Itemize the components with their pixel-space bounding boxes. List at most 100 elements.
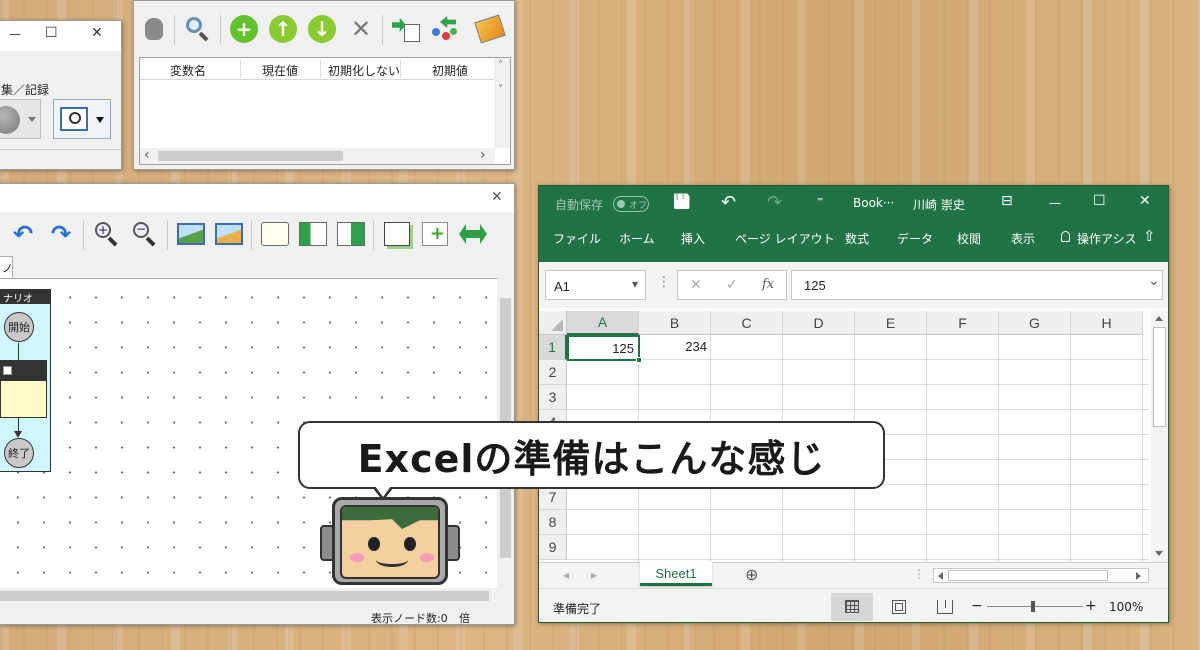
row-header-8[interactable]: 8: [539, 510, 567, 535]
column-header-d[interactable]: D: [783, 311, 855, 335]
row-header-2[interactable]: 2: [539, 360, 567, 385]
variable-settings-button[interactable]: [474, 13, 506, 45]
column-header-e[interactable]: E: [855, 311, 927, 335]
comment-button[interactable]: [259, 218, 291, 250]
menu-formulas[interactable]: 数式: [845, 230, 869, 247]
close-button[interactable]: ✕: [91, 25, 103, 41]
add-variable-button[interactable]: +: [228, 13, 260, 45]
minimize-button[interactable]: —: [1049, 196, 1061, 210]
image-capture-button[interactable]: [175, 218, 207, 250]
image-edit-button[interactable]: [213, 218, 245, 250]
sheet-nav-right-icon[interactable]: ▸: [591, 568, 597, 582]
scroll-thumb[interactable]: [0, 591, 489, 601]
scroll-left-icon[interactable]: [938, 572, 943, 580]
normal-view-button[interactable]: [831, 593, 873, 621]
maximize-button[interactable]: ☐: [45, 25, 58, 41]
scroll-down-icon[interactable]: [1155, 551, 1163, 556]
scroll-right-icon[interactable]: ›: [480, 147, 486, 163]
autosave-toggle[interactable]: オフ: [613, 196, 649, 212]
scroll-thumb[interactable]: [1153, 327, 1166, 427]
scroll-right-icon[interactable]: [1136, 572, 1141, 580]
action-node[interactable]: [0, 360, 47, 418]
tell-me-box[interactable]: 操作アシス: [1077, 230, 1137, 247]
minimize-button[interactable]: —: [9, 27, 21, 41]
scroll-thumb[interactable]: [948, 570, 1108, 581]
row-header-1[interactable]: 1: [539, 335, 567, 360]
name-box-dropdown-icon[interactable]: ▾: [632, 277, 638, 291]
zoom-level[interactable]: 100%: [1109, 600, 1143, 614]
hand-tool-button[interactable]: [138, 13, 170, 45]
zoom-slider[interactable]: [987, 601, 1083, 612]
move-up-button[interactable]: ↑: [267, 13, 299, 45]
select-all-corner[interactable]: [539, 311, 567, 335]
horizontal-scrollbar[interactable]: ‹ ›: [140, 147, 495, 164]
vertical-scrollbar[interactable]: ˄ ˅: [494, 58, 510, 148]
scroll-down-icon[interactable]: ˅: [498, 84, 503, 95]
scenario-tab[interactable]: ノ: [0, 256, 13, 278]
record-button[interactable]: [0, 99, 41, 139]
cell-b1[interactable]: 234: [640, 335, 711, 360]
undo-button[interactable]: ↶: [7, 218, 39, 250]
menu-view[interactable]: 表示: [1011, 230, 1035, 247]
undo-icon[interactable]: ↶: [721, 192, 736, 213]
scroll-left-icon[interactable]: ‹: [144, 147, 150, 163]
zoom-out-button[interactable]: −: [129, 218, 161, 250]
move-down-button[interactable]: ↓: [306, 13, 338, 45]
column-header-a[interactable]: A: [567, 311, 639, 335]
add-sheet-icon[interactable]: ⊕: [745, 565, 758, 584]
column-header-f[interactable]: F: [927, 311, 999, 335]
zoom-out-icon[interactable]: −: [971, 598, 983, 614]
maximize-button[interactable]: ☐: [1093, 193, 1106, 209]
scenario-box[interactable]: ナリオ 開始 終了: [0, 289, 51, 472]
sheet-tab-sheet1[interactable]: Sheet1: [640, 562, 712, 586]
sheet-horizontal-scrollbar[interactable]: [933, 568, 1149, 583]
row-header-9[interactable]: 9: [539, 535, 567, 560]
scroll-up-icon[interactable]: ˄: [498, 60, 503, 71]
menu-file[interactable]: ファイル: [553, 230, 601, 247]
menu-data[interactable]: データ: [897, 230, 933, 247]
canvas-horizontal-scrollbar[interactable]: [0, 588, 514, 604]
delete-variable-button[interactable]: ✕: [345, 13, 377, 45]
search-button[interactable]: [182, 13, 214, 45]
menu-home[interactable]: ホーム: [619, 230, 655, 247]
formula-input[interactable]: 125 ⌄: [791, 270, 1163, 300]
column-header[interactable]: 初期化しない: [328, 62, 400, 79]
copy-button[interactable]: [381, 218, 413, 250]
column-header-h[interactable]: H: [1071, 311, 1143, 335]
expand-formula-icon[interactable]: ⌄: [1148, 273, 1160, 289]
row-header-3[interactable]: 3: [539, 385, 567, 410]
column-header[interactable]: 初期値: [432, 62, 468, 79]
sheet-nav-left-icon[interactable]: ◂: [563, 568, 569, 582]
page-break-view-button[interactable]: [925, 593, 965, 621]
quick-access-more-icon[interactable]: ⁼: [817, 194, 823, 208]
column-header-b[interactable]: B: [639, 311, 711, 335]
redo-icon[interactable]: ↷: [767, 192, 782, 213]
column-header[interactable]: 変数名: [170, 62, 206, 79]
user-name[interactable]: 川崎 崇史: [913, 196, 965, 213]
ribbon-display-icon[interactable]: ⊟: [1001, 193, 1013, 209]
close-button[interactable]: ✕: [1139, 193, 1151, 209]
redo-button[interactable]: ↷: [45, 218, 77, 250]
end-node[interactable]: 終了: [4, 438, 34, 468]
menu-page-layout[interactable]: ページ レイアウト: [735, 230, 835, 247]
collapse-icon[interactable]: [3, 366, 12, 375]
scroll-up-icon[interactable]: [1155, 316, 1163, 321]
target-capture-button[interactable]: [53, 99, 111, 139]
cell-a1[interactable]: 125: [567, 335, 642, 363]
import-button[interactable]: [390, 13, 422, 45]
node-export-button[interactable]: [335, 218, 367, 250]
zoom-in-button[interactable]: +: [91, 218, 123, 250]
enter-icon[interactable]: ✓: [726, 277, 738, 293]
save-icon[interactable]: 💾: [673, 194, 690, 210]
zoom-slider-thumb[interactable]: [1031, 601, 1035, 612]
close-button[interactable]: ✕: [491, 189, 503, 205]
menu-insert[interactable]: 挿入: [681, 230, 705, 247]
node-import-button[interactable]: [297, 218, 329, 250]
page-layout-view-button[interactable]: [879, 593, 919, 621]
start-node[interactable]: 開始: [4, 312, 34, 342]
column-header-g[interactable]: G: [999, 311, 1071, 335]
zoom-in-icon[interactable]: +: [1085, 598, 1097, 614]
sheet-vertical-scrollbar[interactable]: [1151, 311, 1168, 562]
scroll-thumb[interactable]: [158, 151, 343, 161]
column-header[interactable]: 現在値: [262, 62, 298, 79]
